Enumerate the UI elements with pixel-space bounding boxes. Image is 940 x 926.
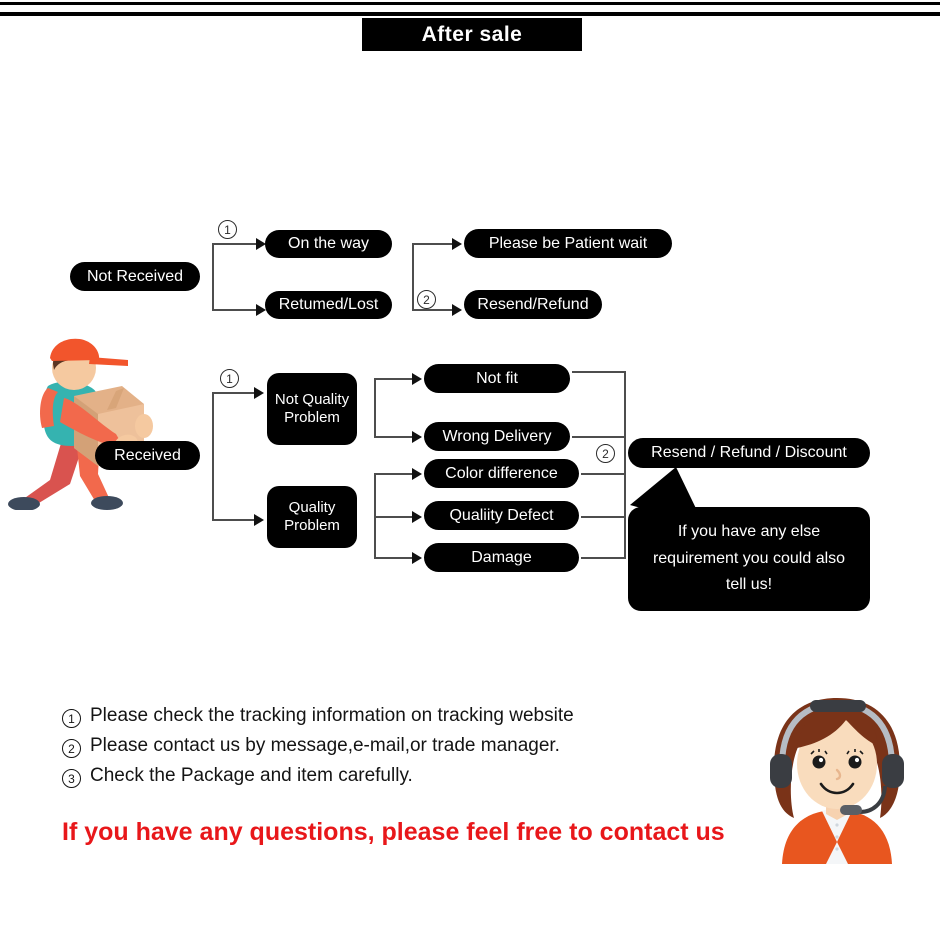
node-not-quality-problem: Not Quality Problem (267, 373, 357, 445)
list-item: 2 Please contact us by message,e-mail,or… (62, 735, 722, 758)
node-damage: Damage (424, 543, 579, 572)
note-text: Check the Package and item carefully. (90, 765, 413, 786)
connector-not-received-to-returned (212, 309, 260, 311)
list-item: 1 Please check the tracking information … (62, 705, 722, 728)
note-text: Please check the tracking information on… (90, 705, 574, 726)
customer-service-agent-icon (770, 698, 904, 864)
connector-to-quality-defect (374, 516, 416, 518)
node-received: Received (95, 441, 200, 470)
rail-quality-defect (581, 516, 626, 518)
rail-damage (581, 557, 626, 559)
arrow-to-not-quality (254, 387, 264, 399)
arrow-to-quality-defect (412, 511, 422, 523)
connector-received-to-not-quality (212, 392, 258, 394)
contact-us-callout: If you have any questions, please feel f… (62, 818, 725, 846)
connector-stage2-trunk (412, 243, 414, 311)
arrow-to-resend-refund (452, 304, 462, 316)
node-color-difference: Color difference (424, 459, 579, 488)
node-on-the-way: On the way (265, 230, 392, 258)
note-text: Please contact us by message,e-mail,or t… (90, 735, 560, 756)
node-resend-refund-discount: Resend / Refund / Discount (628, 438, 870, 468)
arrow-to-wrong-delivery (412, 431, 422, 443)
connector-to-patient-wait (412, 243, 456, 245)
connector-received-to-quality (212, 519, 258, 521)
note-number: 2 (62, 739, 81, 758)
node-quality-defect: Qualiity Defect (424, 501, 579, 530)
node-resend-refund: Resend/Refund (464, 290, 602, 319)
connector-to-wrong-delivery (374, 436, 416, 438)
top-rule-primary (0, 2, 940, 5)
node-wrong-delivery: Wrong Delivery (424, 422, 570, 451)
page-title: After sale (362, 18, 582, 51)
marker-step-2-not-received: 2 (417, 290, 436, 309)
marker-step-2-received: 2 (596, 444, 615, 463)
notes-list: 1 Please check the tracking information … (62, 705, 722, 795)
node-quality-problem: Quality Problem (267, 486, 357, 548)
rail-merge-vertical (624, 371, 626, 559)
arrow-to-color-difference (412, 468, 422, 480)
node-not-fit: Not fit (424, 364, 570, 393)
connector-to-not-fit (374, 378, 416, 380)
connector-to-resend-refund (412, 309, 456, 311)
connector-not-received-trunk (212, 243, 214, 311)
node-not-received: Not Received (70, 262, 200, 291)
node-returned-lost: Retumed/Lost (265, 291, 392, 319)
marker-step-1-not-received: 1 (218, 220, 237, 239)
arrow-to-quality (254, 514, 264, 526)
rail-not-fit (572, 371, 626, 373)
rail-wrong-delivery (572, 436, 626, 438)
connector-not-received-to-ontheway (212, 243, 260, 245)
node-please-be-patient-wait: Please be Patient wait (464, 229, 672, 258)
rail-color-difference (581, 473, 626, 475)
arrow-to-patient-wait (452, 238, 462, 250)
top-rule-secondary (0, 12, 940, 16)
arrow-to-damage (412, 552, 422, 564)
after-sale-infographic: After sale Not Received 1 On the way Ret… (0, 0, 940, 926)
connector-to-color-difference (374, 473, 416, 475)
connector-received-trunk (212, 392, 214, 521)
marker-step-1-received: 1 (220, 369, 239, 388)
connector-not-quality-trunk (374, 378, 376, 438)
note-number: 3 (62, 769, 81, 788)
arrow-to-not-fit (412, 373, 422, 385)
speech-bubble-note: If you have any else requirement you cou… (628, 507, 870, 611)
delivery-man-icon (8, 338, 153, 510)
list-item: 3 Check the Package and item carefully. (62, 765, 722, 788)
connector-to-damage (374, 557, 416, 559)
note-number: 1 (62, 709, 81, 728)
